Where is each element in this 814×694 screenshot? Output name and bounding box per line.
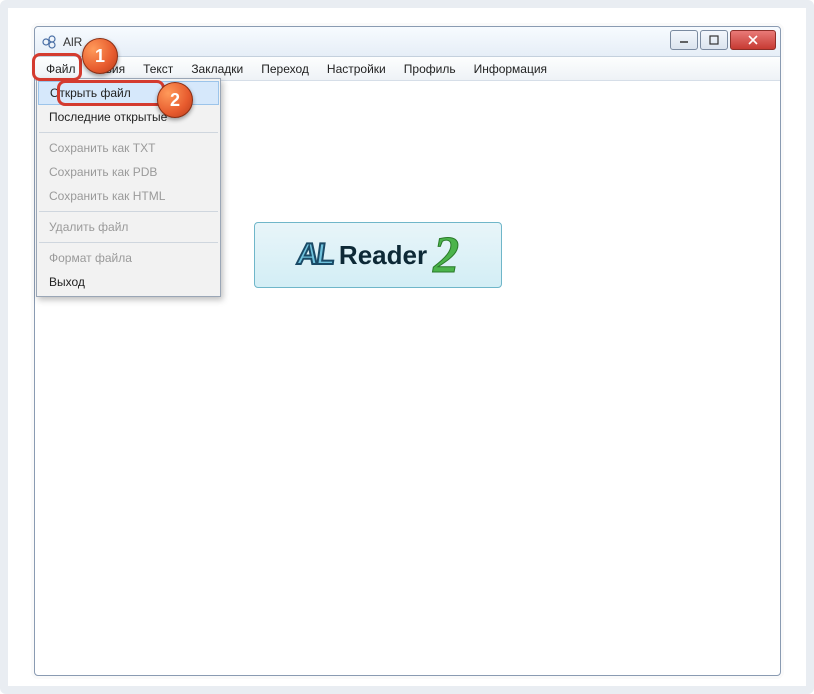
menu-bookmarks[interactable]: Закладки (182, 57, 252, 80)
close-icon (747, 35, 759, 45)
minimize-icon (679, 35, 689, 45)
menu-actions[interactable]: …вия (85, 57, 135, 80)
app-logo: AL Reader 2 (254, 222, 502, 288)
menu-profile[interactable]: Профиль (395, 57, 465, 80)
menu-file-format: Формат файла (37, 246, 220, 270)
menu-save-html: Сохранить как HTML (37, 184, 220, 208)
window-title: AlR (63, 35, 82, 49)
menu-file[interactable]: Файл (37, 57, 85, 80)
logo-al-text: AL (295, 238, 336, 272)
menu-exit[interactable]: Выход (37, 270, 220, 294)
menu-separator (39, 211, 218, 212)
menu-delete-file: Удалить файл (37, 215, 220, 239)
file-dropdown: Открыть файл Последние открытые Сохранит… (36, 78, 221, 297)
minimize-button[interactable] (670, 30, 698, 50)
menu-text[interactable]: Текст (134, 57, 182, 80)
window-controls (670, 30, 776, 50)
app-icon (41, 34, 57, 50)
close-button[interactable] (730, 30, 776, 50)
logo-two-text: 2 (433, 226, 459, 285)
menu-save-txt: Сохранить как TXT (37, 136, 220, 160)
menu-separator (39, 242, 218, 243)
titlebar: AlR (35, 27, 780, 57)
menu-goto[interactable]: Переход (252, 57, 318, 80)
menu-save-pdb: Сохранить как PDB (37, 160, 220, 184)
menu-open-file[interactable]: Открыть файл (38, 81, 219, 105)
menu-info[interactable]: Информация (465, 57, 556, 80)
maximize-icon (709, 35, 719, 45)
menu-recent-files[interactable]: Последние открытые (37, 105, 220, 129)
maximize-button[interactable] (700, 30, 728, 50)
menu-settings[interactable]: Настройки (318, 57, 395, 80)
menu-separator (39, 132, 218, 133)
logo-reader-text: Reader (339, 240, 427, 271)
